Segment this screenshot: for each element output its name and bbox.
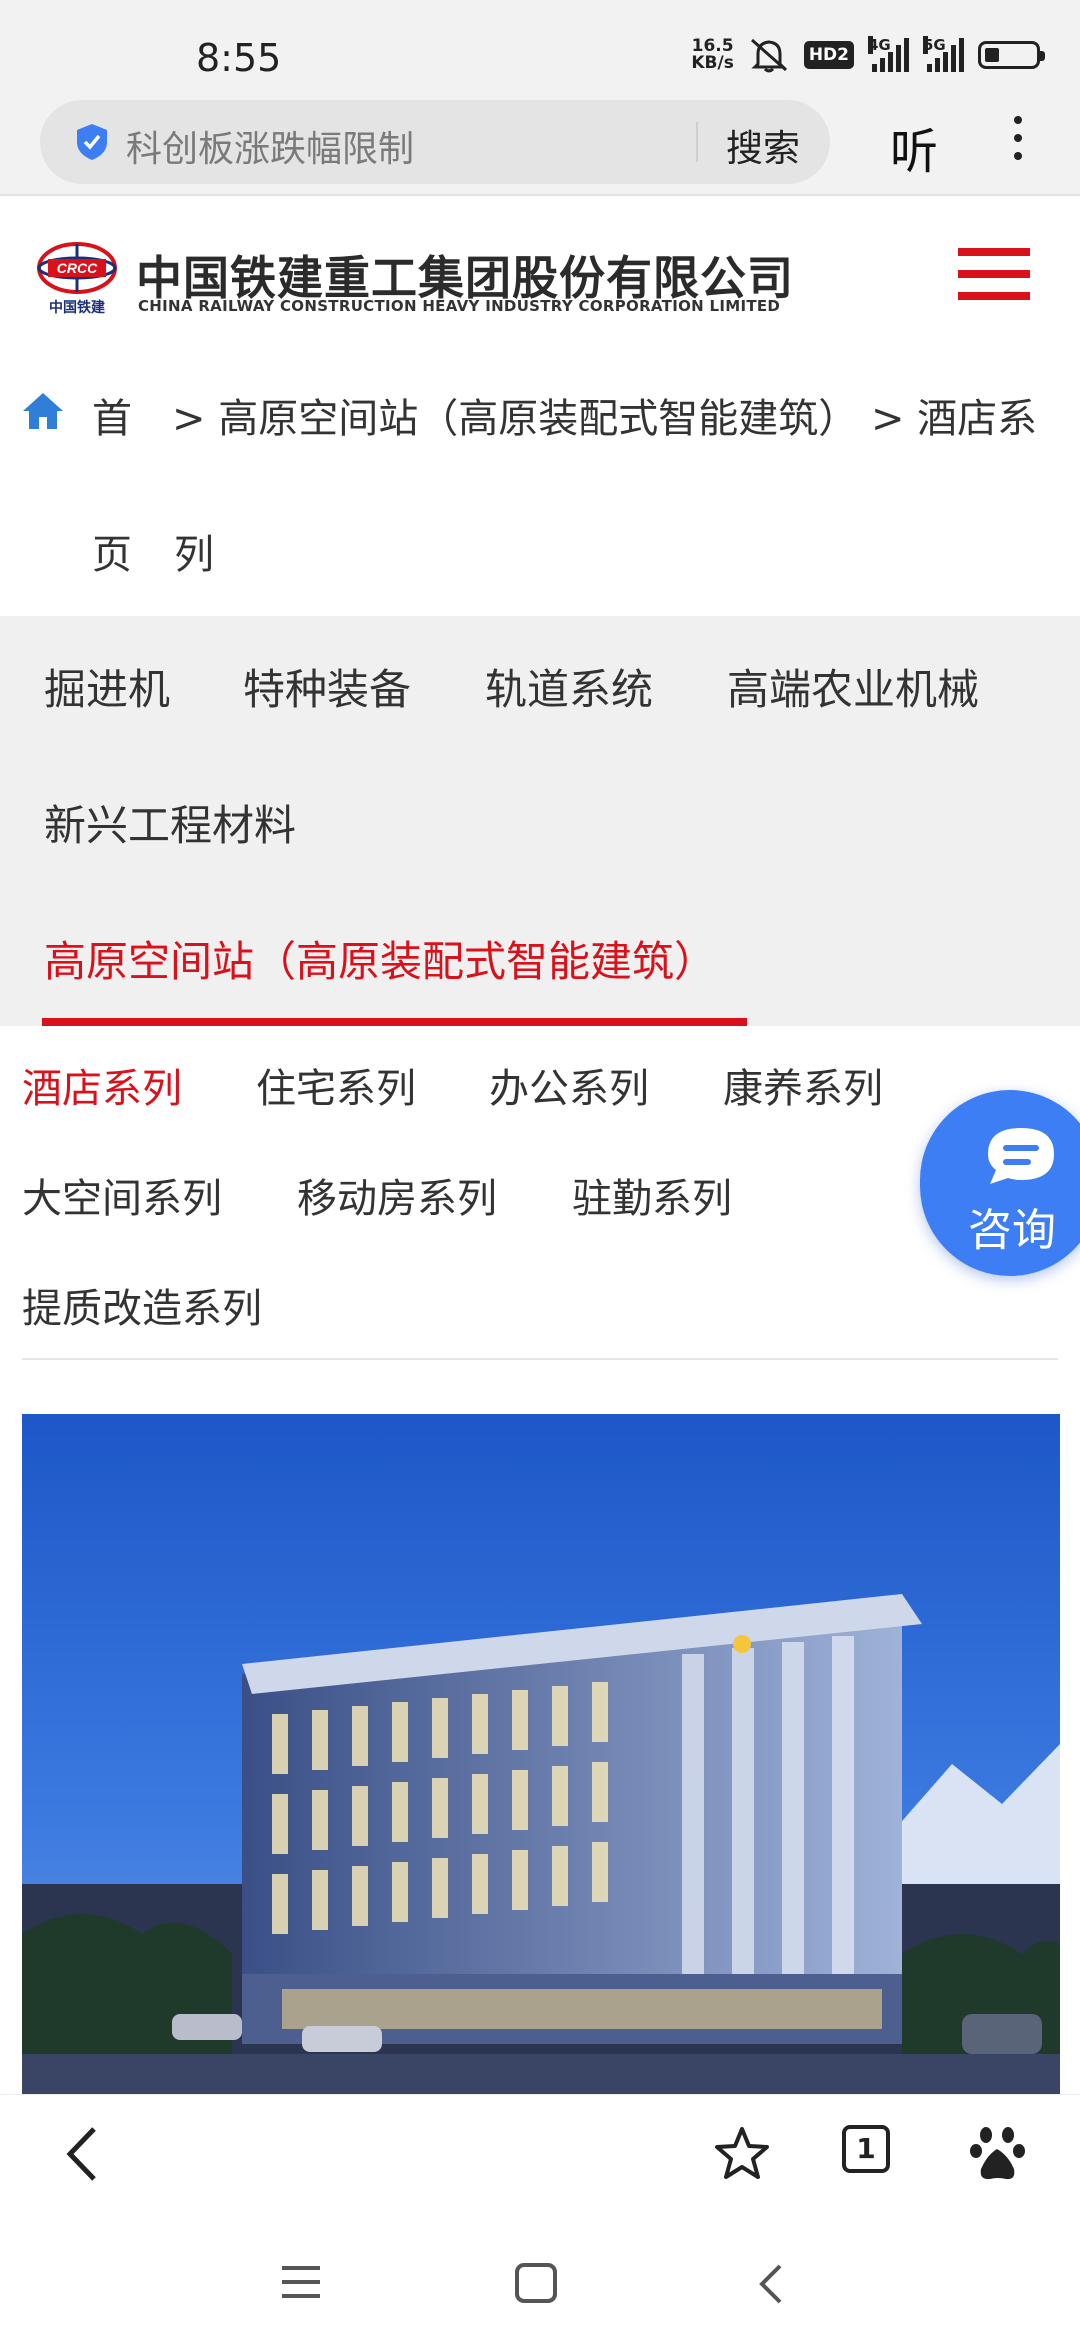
signal-icon: 5G: [923, 36, 964, 72]
category-nav: 掘进机 特种装备 轨道系统 高端农业机械 新兴工程材料 高原空间站（高原装配式智…: [0, 616, 1080, 1026]
home-icon[interactable]: [20, 390, 66, 432]
tabs-icon[interactable]: 1: [842, 2125, 890, 2173]
series-divider: [22, 1358, 1058, 1360]
search-divider: [696, 122, 698, 162]
shield-icon: [77, 124, 107, 160]
baidu-paw-icon[interactable]: [970, 2125, 1026, 2183]
status-bar: 8:55 16.5 KB/s HD2 4G 5G: [0, 0, 1080, 100]
category-special-equipment[interactable]: 特种装备: [243, 656, 411, 717]
category-rail-systems[interactable]: 轨道系统: [485, 656, 653, 717]
series-nav: 酒店系列 住宅系列 办公系列 康养系列 大空间系列 移动房系列 驻勤系列 提质改…: [0, 1026, 1080, 1362]
signal-1-label: 4G: [868, 36, 891, 54]
crcc-logo-icon[interactable]: CRCC 中国铁建: [32, 240, 122, 316]
logo-subtext: 中国铁建: [49, 299, 105, 316]
menu-lines-icon[interactable]: [280, 2262, 322, 2302]
breadcrumb-path-cont[interactable]: 列: [174, 522, 214, 580]
hotel-building-illustration: [22, 1414, 1060, 2094]
breadcrumb-home-cont[interactable]: 页: [92, 522, 132, 580]
breadcrumb-path[interactable]: > 高原空间站（高原装配式智能建筑） > 酒店系: [172, 386, 1037, 444]
series-hotel[interactable]: 酒店系列: [22, 1056, 182, 1114]
mute-icon: [750, 38, 787, 73]
browser-bottom-toolbar: 1: [0, 2094, 1080, 2211]
series-renovation[interactable]: 提质改造系列: [22, 1276, 262, 1334]
search-button[interactable]: 搜索: [726, 118, 800, 172]
signal-icon: 4G: [868, 36, 909, 72]
more-options-icon[interactable]: [1006, 116, 1030, 172]
series-residential[interactable]: 住宅系列: [256, 1056, 416, 1114]
tab-count: 1: [856, 2132, 876, 2165]
active-category-underline: [42, 1018, 747, 1026]
back-arrow-icon[interactable]: [60, 2125, 106, 2183]
category-new-materials[interactable]: 新兴工程材料: [44, 792, 296, 853]
category-agri-machinery[interactable]: 高端农业机械: [727, 656, 979, 717]
search-input[interactable]: 科创板涨跌幅限制 搜索: [40, 100, 830, 184]
chat-bubble-icon: [988, 1128, 1054, 1184]
hamburger-menu-icon[interactable]: [958, 248, 1030, 310]
category-plateau-station[interactable]: 高原空间站（高原装配式智能建筑）: [44, 928, 716, 989]
star-icon[interactable]: [712, 2125, 772, 2183]
series-wellness[interactable]: 康养系列: [723, 1056, 883, 1114]
series-office[interactable]: 办公系列: [489, 1056, 649, 1114]
home-square-icon[interactable]: [514, 2262, 558, 2304]
site-header: CRCC 中国铁建 中国铁建重工集团股份有限公司 CHINA RAILWAY C…: [0, 196, 1080, 356]
consult-button[interactable]: 咨询: [920, 1090, 1080, 1276]
product-hotel-image[interactable]: [22, 1414, 1060, 2094]
series-large-space[interactable]: 大空间系列: [22, 1166, 222, 1224]
browser-search-row: 科创板涨跌幅限制 搜索 听: [0, 100, 1080, 196]
status-time: 8:55: [196, 36, 282, 80]
breadcrumb: 首 > 高原空间站（高原装配式智能建筑） > 酒店系 页 列: [0, 356, 1080, 616]
consult-label: 咨询: [968, 1205, 1056, 1256]
system-nav-bar: [0, 2210, 1080, 2340]
category-tunnel-boring[interactable]: 掘进机: [44, 656, 170, 717]
back-chevron-icon[interactable]: [756, 2262, 786, 2306]
listen-button[interactable]: 听: [890, 112, 938, 182]
battery-icon: [978, 41, 1045, 69]
breadcrumb-home[interactable]: 首: [92, 386, 132, 444]
company-name-en: CHINA RAILWAY CONSTRUCTION HEAVY INDUSTR…: [138, 297, 781, 315]
net-speed-unit: KB/s: [691, 53, 734, 73]
series-mobile-house[interactable]: 移动房系列: [297, 1166, 497, 1224]
signal-2-label: 5G: [923, 36, 946, 54]
series-garrison[interactable]: 驻勤系列: [572, 1166, 732, 1224]
status-icons: 16.5 KB/s HD2 4G 5G: [691, 36, 1045, 74]
hd-badge: HD2: [803, 41, 854, 69]
logo-text: CRCC: [57, 260, 98, 276]
search-query: 科创板涨跌幅限制: [126, 129, 415, 170]
net-speed: 16.5 KB/s: [691, 38, 733, 72]
